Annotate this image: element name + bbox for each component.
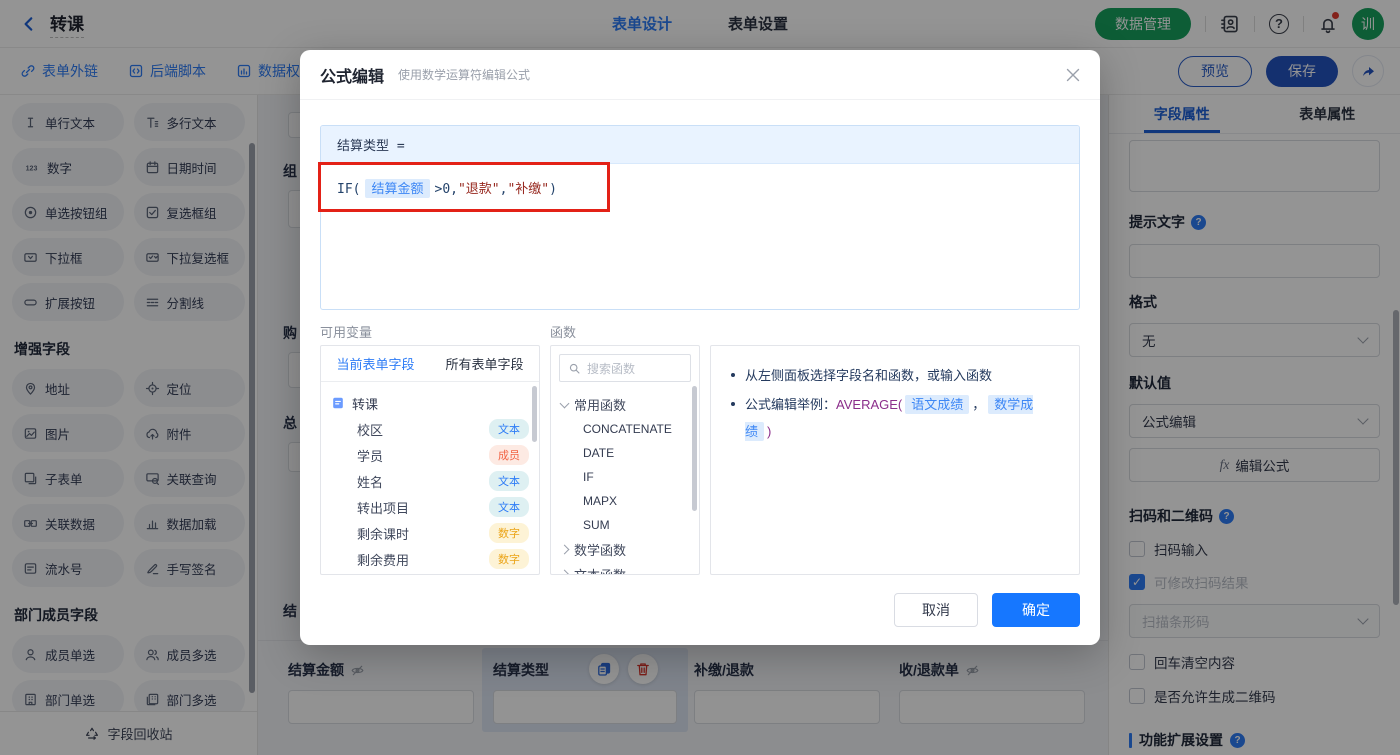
formula-op: >0,: [435, 182, 458, 197]
cancel-button[interactable]: 取消: [894, 593, 978, 627]
function-group-math[interactable]: 数学函数: [561, 537, 689, 562]
function-item[interactable]: SUM: [561, 513, 689, 537]
formula-editor: 结算类型 = IF(结算金额>0,"退款","补缴"): [320, 125, 1080, 310]
caret-right-icon: [560, 570, 570, 575]
caret-right-icon: [560, 545, 570, 555]
variable-item[interactable]: 剩余费用数字: [331, 546, 529, 572]
bullet-dot: [731, 402, 735, 406]
variable-item[interactable]: 姓名文本: [331, 468, 529, 494]
type-badge: 文本: [489, 419, 529, 439]
search-placeholder: 搜索函数: [587, 360, 635, 377]
help-line-1: 从左侧面板选择字段名和函数，或输入函数: [745, 362, 992, 389]
function-search-input[interactable]: 搜索函数: [559, 354, 691, 382]
variable-item[interactable]: 学员成员: [331, 442, 529, 468]
formula-input-area[interactable]: IF(结算金额>0,"退款","补缴"): [321, 164, 1079, 211]
function-item[interactable]: MAPX: [561, 489, 689, 513]
functions-panel: 搜索函数 常用函数 CONCATENATE DATE IF MAPX SUM 数…: [550, 345, 700, 575]
modal-title: 公式编辑: [320, 63, 384, 87]
function-group-common[interactable]: 常用函数: [561, 392, 689, 417]
variable-item[interactable]: 剩余课时数字: [331, 520, 529, 546]
type-badge: 数字: [489, 549, 529, 569]
type-badge: 文本: [489, 471, 529, 491]
variables-label: 可用变量: [320, 322, 372, 341]
type-badge: 数字: [489, 523, 529, 543]
variables-panel: 当前表单字段 所有表单字段 转课 校区文本 学员成员 姓名文本 转出项目文本 剩…: [320, 345, 540, 575]
help-panel: 从左侧面板选择字段名和函数，或输入函数 公式编辑举例：AVERAGE(语文成绩，…: [710, 345, 1080, 575]
ok-button[interactable]: 确定: [992, 593, 1080, 627]
variables-scrollbar[interactable]: [532, 386, 537, 442]
help-line-2: 公式编辑举例：AVERAGE(语文成绩，数学成绩): [745, 391, 1059, 445]
type-badge: 成员: [489, 445, 529, 465]
variable-item[interactable]: 转出项目文本: [331, 494, 529, 520]
function-item[interactable]: DATE: [561, 441, 689, 465]
tab-all-form-fields[interactable]: 所有表单字段: [430, 346, 539, 381]
type-badge: 文本: [489, 497, 529, 517]
variable-item[interactable]: 校区文本: [331, 416, 529, 442]
formula-field-token[interactable]: 结算金额: [365, 179, 429, 198]
formula-string: "退款": [458, 182, 500, 197]
modal-subtitle: 使用数学运算符编辑公式: [398, 66, 530, 83]
bullet-dot: [731, 373, 735, 377]
form-node[interactable]: 转课: [331, 390, 529, 416]
formula-target: 结算类型 =: [321, 126, 1079, 164]
tab-current-form-fields[interactable]: 当前表单字段: [321, 346, 430, 381]
function-item[interactable]: CONCATENATE: [561, 417, 689, 441]
formula-close: ): [549, 182, 557, 197]
app-root: 转课 表单设计 表单设置 数据管理 ? 训 表单外链 后端脚本 数据权 预览 保…: [0, 0, 1400, 755]
formula-string: "补缴": [507, 182, 549, 197]
formula-fn: IF(: [337, 182, 360, 197]
caret-down-icon: [560, 398, 570, 408]
functions-label: 函数: [550, 322, 576, 341]
function-item[interactable]: IF: [561, 465, 689, 489]
formula-edit-modal: 公式编辑 使用数学运算符编辑公式 结算类型 = IF(结算金额>0,"退款","…: [300, 50, 1100, 645]
form-doc-icon: [331, 396, 345, 410]
function-group-text[interactable]: 文本函数: [561, 562, 689, 575]
close-icon[interactable]: [1066, 68, 1080, 82]
search-icon: [568, 362, 581, 375]
example-field-token: 语文成绩: [905, 395, 969, 414]
functions-scrollbar[interactable]: [692, 386, 697, 511]
